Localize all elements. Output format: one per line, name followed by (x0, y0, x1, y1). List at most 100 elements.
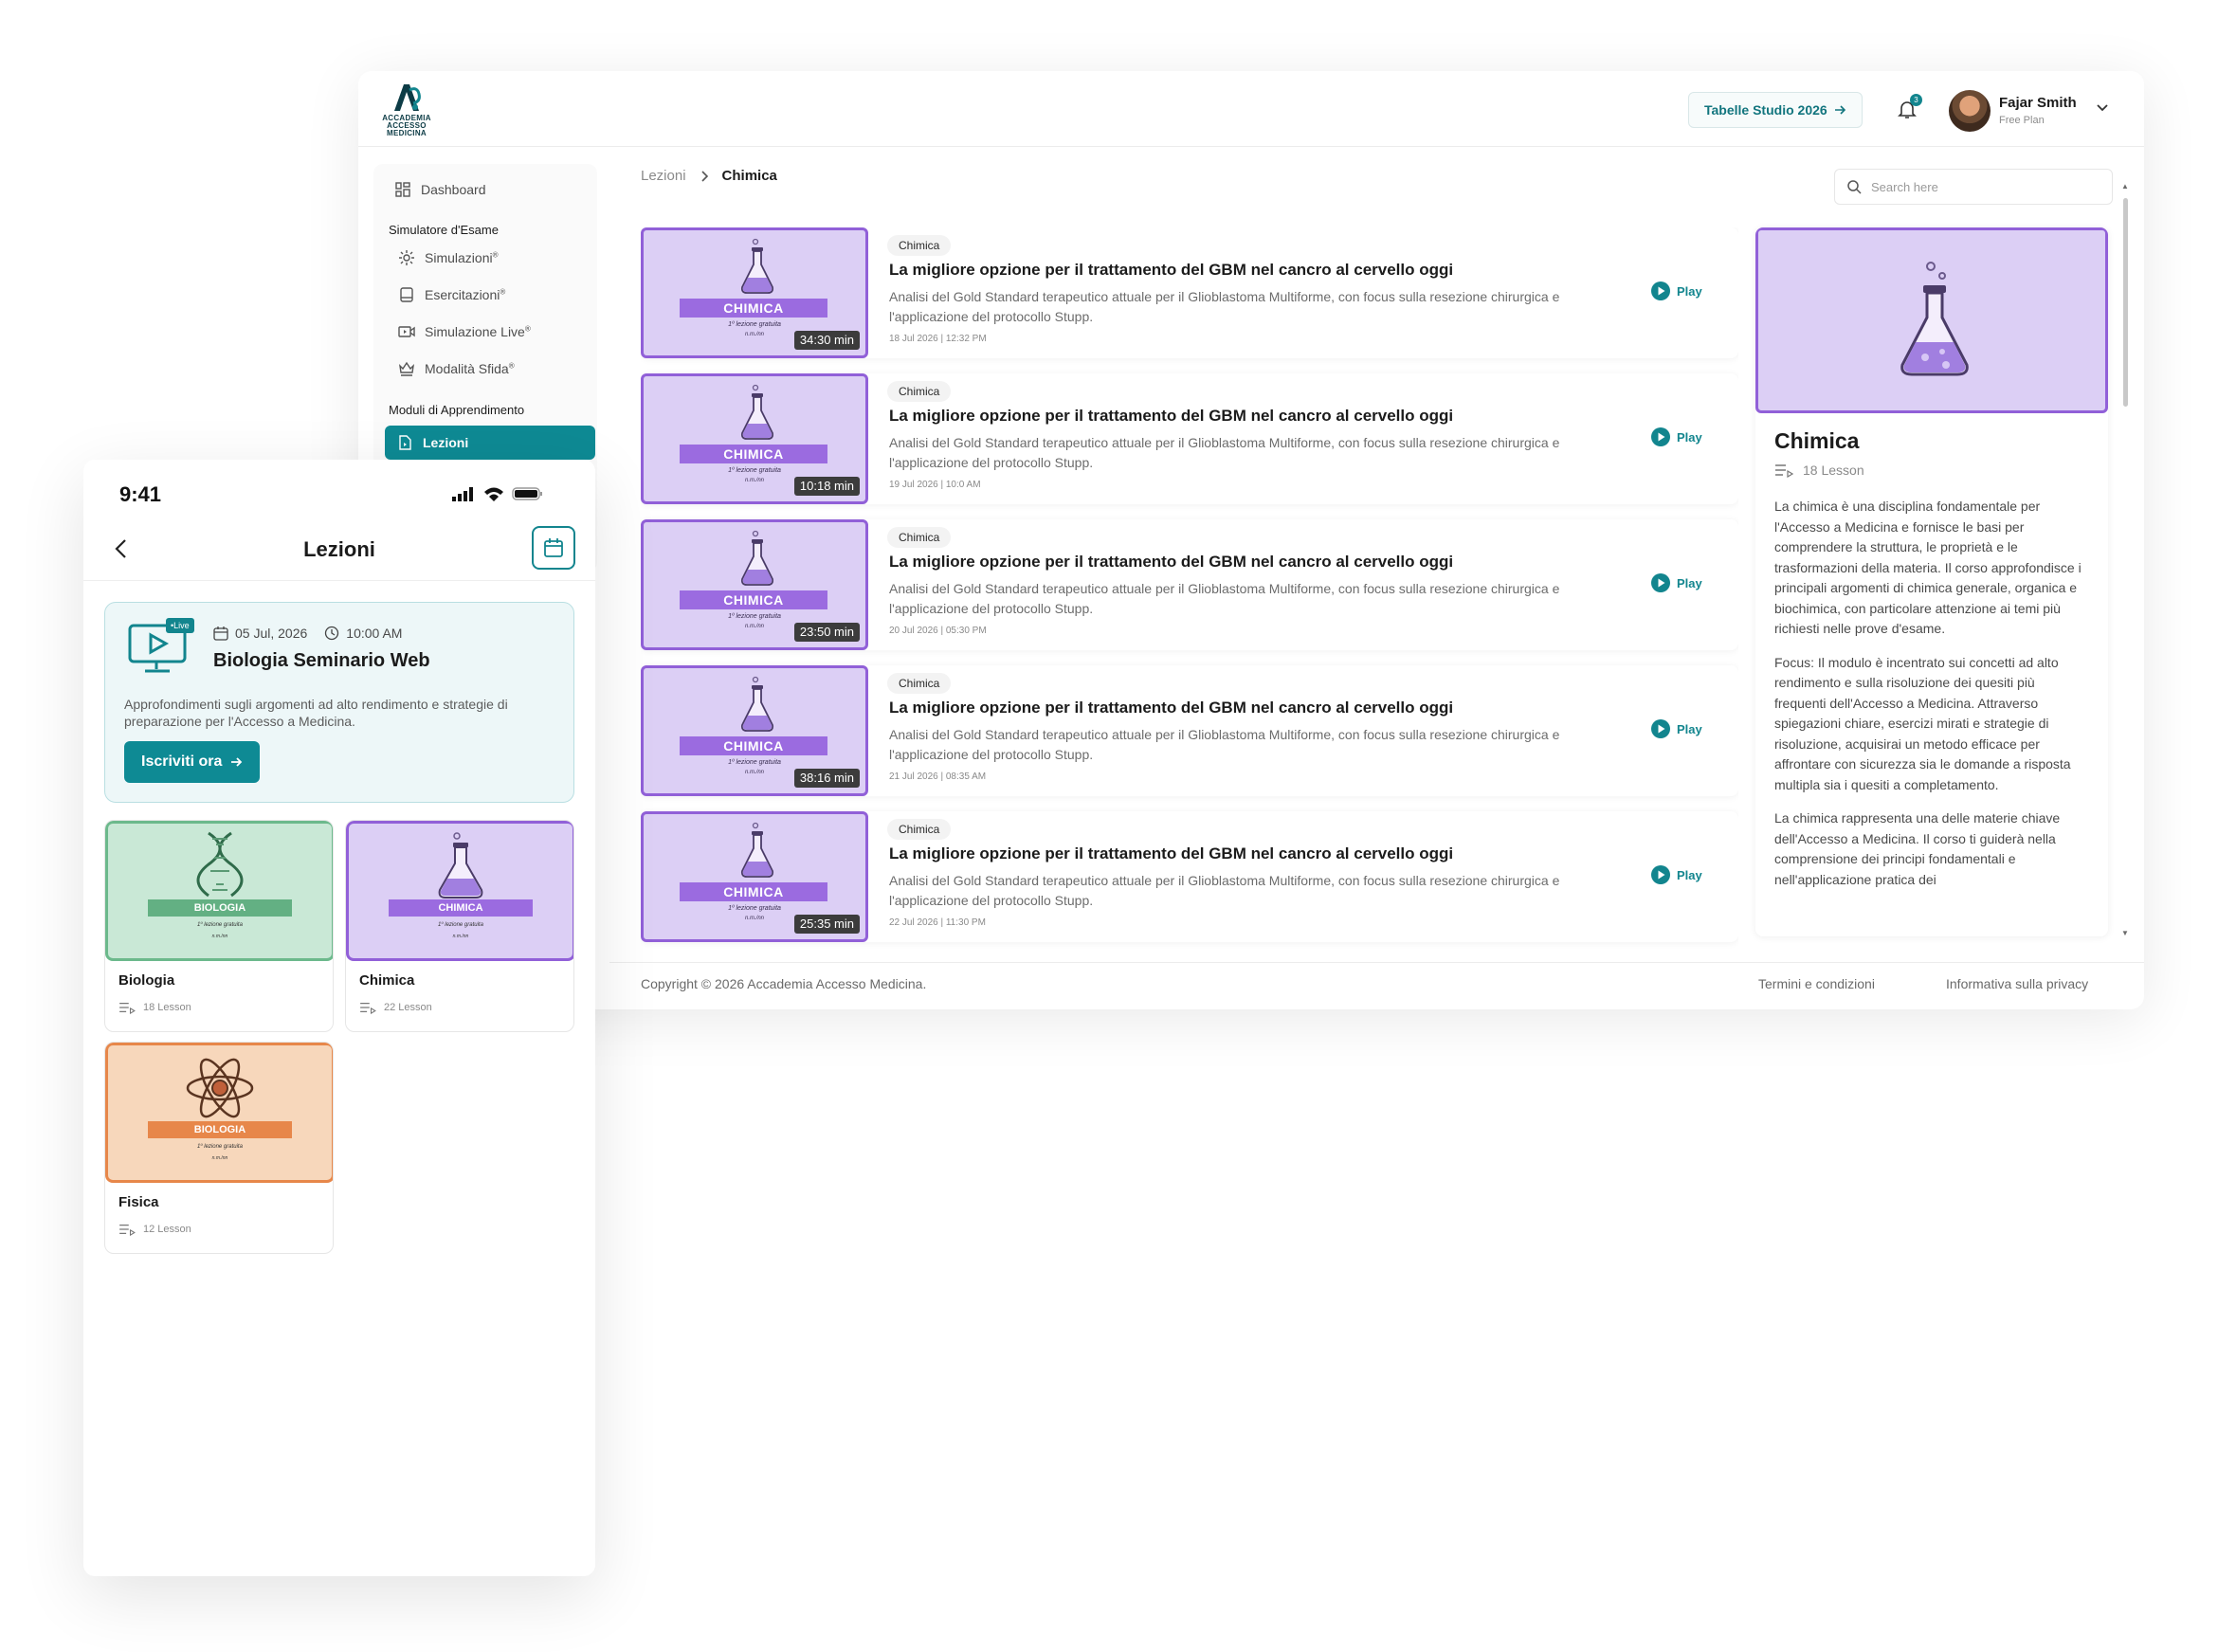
sidebar-item-label: Dashboard (421, 182, 486, 197)
logo[interactable]: ACCADEMIA ACCESSO MEDICINA (373, 81, 440, 141)
lesson-card[interactable]: CHIMICA 1º lezione gratuita n.m./nn 10:1… (641, 373, 1738, 504)
lesson-date: 19 Jul 2026 | 10:0 AM (889, 480, 981, 490)
play-button[interactable]: Play (1650, 427, 1702, 447)
play-icon (1651, 865, 1670, 884)
play-button[interactable]: Play (1650, 864, 1702, 885)
sidebar-item-simulazione-live[interactable]: Simulazione Live® (398, 318, 531, 346)
arrow-right-icon (1834, 105, 1845, 115)
lesson-date: 18 Jul 2026 | 12:32 PM (889, 334, 987, 344)
document-icon (400, 287, 413, 302)
subject-band: CHIMICA (389, 899, 533, 917)
play-label: Play (1677, 283, 1702, 299)
webinar-date: 05 Jul, 2026 (213, 626, 307, 641)
duration-badge: 34:30 min (793, 331, 860, 350)
lesson-thumbnail[interactable]: CHIMICA 1º lezione gratuita n.m./nn 34:3… (641, 227, 868, 358)
sidebar-item-label: Esercitazioni® (425, 287, 505, 302)
scroll-down-arrow[interactable]: ▼ (2121, 930, 2129, 937)
thumbnail-band: CHIMICA (680, 882, 827, 901)
list-icon (119, 1225, 136, 1236)
sidebar-item-lezioni[interactable]: Lezioni (385, 426, 595, 460)
subject-card-biologia[interactable]: BIOLOGIA 1º lezione gratuita n.m./nn Bio… (104, 820, 334, 1032)
lesson-tag: Chimica (887, 819, 952, 840)
subject-thumbnail: BIOLOGIA 1º lezione gratuita n.m./nn (105, 1043, 333, 1183)
lesson-thumbnail[interactable]: CHIMICA 1º lezione gratuita n.m./nn 38:1… (641, 665, 868, 796)
breadcrumb-root[interactable]: Lezioni (641, 168, 686, 184)
lesson-title[interactable]: La migliore opzione per il trattamento d… (889, 699, 1453, 717)
lesson-card[interactable]: CHIMICA 1º lezione gratuita n.m./nn 25:3… (641, 811, 1738, 942)
chevron-down-icon[interactable] (2095, 100, 2110, 115)
scroll-thumb[interactable] (2123, 198, 2128, 407)
sidebar-item-esercitazioni[interactable]: Esercitazioni® (398, 281, 505, 309)
webinar-time-text: 10:00 AM (346, 626, 403, 641)
privacy-link[interactable]: Informativa sulla privacy (1946, 976, 2088, 991)
desktop-window: ACCADEMIA ACCESSO MEDICINA Tabelle Studi… (358, 71, 2144, 1009)
lesson-title[interactable]: La migliore opzione per il trattamento d… (889, 553, 1453, 572)
play-button[interactable]: Play (1650, 718, 1702, 739)
subject-subtitle: 1º lezione gratuita (197, 1144, 243, 1150)
thumbnail-band: CHIMICA (680, 445, 827, 463)
live-badge: •Live (166, 618, 194, 633)
lesson-thumbnail[interactable]: CHIMICA 1º lezione gratuita n.m./nn 23:5… (641, 519, 868, 650)
subject-thumbnail: BIOLOGIA 1º lezione gratuita n.m./nn (105, 821, 333, 961)
lesson-card[interactable]: CHIMICA 1º lezione gratuita n.m./nn 34:3… (641, 227, 1738, 358)
sidebar-item-modalita-sfida[interactable]: Modalità Sfida® (398, 354, 515, 383)
webinar-card[interactable]: •Live 05 Jul, 2026 10:00 AM Biologia Sem… (104, 602, 574, 803)
calendar-button[interactable] (532, 526, 575, 570)
flask-icon (740, 530, 774, 586)
mobile-screen: 9:41 Lezioni •Live 05 Jul, 2026 10:00 AM… (83, 460, 595, 1576)
subject-subtitle: 1º lezione gratuita (197, 922, 243, 928)
subject-name: Fisica (118, 1194, 159, 1210)
sidebar-section-learning: Moduli di Apprendimento (389, 403, 525, 417)
duration-badge: 23:50 min (793, 623, 860, 642)
lesson-card[interactable]: CHIMICA 1º lezione gratuita n.m./nn 23:5… (641, 519, 1738, 650)
focus-label: Focus: (1774, 654, 1815, 670)
duration-badge: 38:16 min (793, 769, 860, 788)
subscribe-button[interactable]: Iscriviti ora (124, 741, 261, 783)
registered-mark: ® (508, 361, 515, 371)
file-icon (399, 435, 411, 450)
breadcrumb: Lezioni Chimica (641, 168, 777, 184)
sidebar-item-dashboard[interactable]: Dashboard (394, 175, 486, 204)
subject-count-text: 22 Lesson (384, 1002, 432, 1013)
status-time: 9:41 (119, 482, 162, 506)
subject-count: 18 Lesson (118, 1001, 191, 1014)
lesson-thumbnail[interactable]: CHIMICA 1º lezione gratuita n.m./nn 10:1… (641, 373, 868, 504)
play-label: Play (1677, 429, 1702, 445)
terms-link[interactable]: Termini e condizioni (1758, 976, 1875, 991)
lesson-tag: Chimica (887, 673, 952, 694)
sidebar-item-simulazioni[interactable]: Simulazioni® (398, 244, 499, 272)
clock-icon (325, 626, 339, 641)
thumbnail-subtitle: 1º lezione gratuita (728, 467, 781, 474)
webinar-description: Approfondimenti sugli argomenti ad alto … (124, 697, 508, 729)
lesson-title[interactable]: La migliore opzione per il trattamento d… (889, 844, 1453, 863)
scroll-up-arrow[interactable]: ▲ (2121, 183, 2129, 191)
detail-paragraph-1: La chimica è una disciplina fondamentale… (1774, 499, 2082, 636)
focus-text: Il modulo è incentrato sui concetti ad a… (1774, 654, 2071, 792)
webinar-title: Biologia Seminario Web (213, 650, 430, 671)
lesson-title[interactable]: La migliore opzione per il trattamento d… (889, 261, 1453, 280)
search-icon (1847, 180, 1862, 194)
avatar[interactable] (1949, 90, 1991, 132)
play-button[interactable]: Play (1650, 572, 1702, 593)
sidebar-label-text: Simulazioni (425, 250, 493, 265)
lesson-thumbnail[interactable]: CHIMICA 1º lezione gratuita n.m./nn 25:3… (641, 811, 868, 942)
play-icon (1651, 719, 1670, 738)
duration-badge: 10:18 min (793, 477, 860, 496)
scrollbar[interactable]: ▲ ▼ (2121, 183, 2129, 937)
tabelle-studio-button[interactable]: Tabelle Studio 2026 (1688, 92, 1863, 128)
subject-band: BIOLOGIA (148, 899, 292, 917)
play-button[interactable]: Play (1650, 281, 1702, 301)
subject-card-fisica[interactable]: BIOLOGIA 1º lezione gratuita n.m./nn Fis… (104, 1042, 334, 1254)
list-icon (360, 1003, 376, 1014)
logo-text: ACCADEMIA ACCESSO MEDICINA (373, 115, 440, 137)
calendar-icon (213, 626, 228, 641)
play-label: Play (1677, 867, 1702, 882)
subject-card-chimica[interactable]: CHIMICA 1º lezione gratuita n.m./nn Chim… (345, 820, 574, 1032)
lesson-title[interactable]: La migliore opzione per il trattamento d… (889, 407, 1453, 426)
search-input[interactable] (1871, 179, 2099, 194)
calendar-icon (544, 538, 563, 557)
crown-icon (399, 361, 414, 376)
list-icon (1775, 464, 1793, 478)
dna-icon (196, 831, 244, 898)
lesson-card[interactable]: CHIMICA 1º lezione gratuita n.m./nn 38:1… (641, 665, 1738, 796)
